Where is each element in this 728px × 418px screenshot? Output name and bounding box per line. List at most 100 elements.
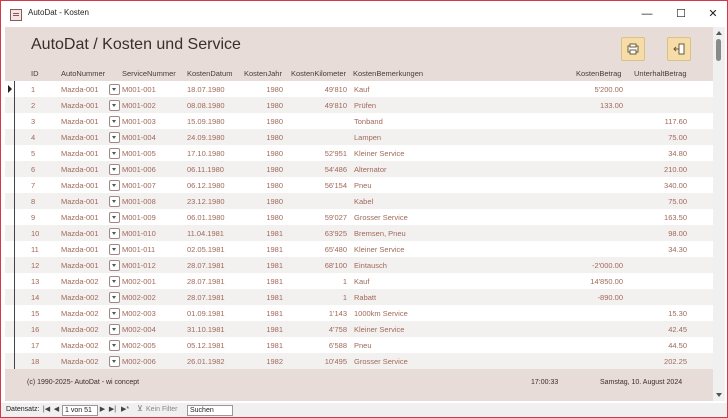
cell-km[interactable]: 54'486 [325, 165, 347, 174]
minimize-button[interactable]: — [634, 4, 660, 24]
cell-datum[interactable]: 28.07.1981 [187, 293, 225, 302]
cell-datum[interactable]: 11.04.1981 [187, 229, 224, 238]
cell-km[interactable]: 1 [343, 293, 347, 302]
cell-service[interactable]: M001-012 [122, 261, 156, 270]
cell-auto[interactable]: Mazda-001 [61, 149, 99, 158]
cell-unterhalt[interactable]: 340.00 [664, 181, 687, 190]
cell-jahr[interactable]: 1980 [266, 149, 283, 158]
cell-auto[interactable]: Mazda-001 [61, 117, 99, 126]
cell-auto[interactable]: Mazda-001 [61, 101, 99, 110]
cell-jahr[interactable]: 1981 [266, 245, 283, 254]
record-selector[interactable] [5, 113, 15, 129]
cell-bem[interactable]: Pneu [354, 341, 372, 350]
cell-auto[interactable]: Mazda-001 [61, 245, 99, 254]
table-row[interactable]: 6 Mazda-001 M001-006 06.11.1980 1980 54'486 Al… [5, 161, 713, 177]
cell-id[interactable]: 18 [31, 357, 39, 366]
cell-bem[interactable]: Kauf [354, 85, 369, 94]
dropdown-arrow-icon[interactable] [109, 324, 120, 335]
cell-datum[interactable]: 05.12.1981 [187, 341, 225, 350]
cell-auto[interactable]: Mazda-001 [61, 213, 99, 222]
cell-datum[interactable]: 28.07.1981 [187, 261, 225, 270]
cell-km[interactable]: 49'810 [325, 85, 347, 94]
cell-km[interactable]: 1 [343, 277, 347, 286]
record-selector[interactable] [5, 225, 15, 241]
cell-datum[interactable]: 28.07.1981 [187, 277, 225, 286]
cell-unterhalt[interactable]: 163.50 [664, 213, 687, 222]
cell-bem[interactable]: Prüfen [354, 101, 376, 110]
cell-bem[interactable]: Kleiner Service [354, 325, 404, 334]
cell-datum[interactable]: 15.09.1980 [187, 117, 225, 126]
cell-service[interactable]: M001-009 [122, 213, 156, 222]
cell-auto[interactable]: Mazda-001 [61, 85, 99, 94]
cell-km[interactable]: 10'495 [325, 357, 347, 366]
table-row[interactable]: 10 Mazda-001 M001-010 11.04.1981 1981 63'925 B… [5, 225, 713, 241]
cell-id[interactable]: 10 [31, 229, 39, 238]
table-row[interactable]: 7 Mazda-001 M001-007 06.12.1980 1980 56'154 Pn… [5, 177, 713, 193]
record-selector[interactable] [5, 321, 15, 337]
cell-id[interactable]: 3 [31, 117, 35, 126]
cell-datum[interactable]: 06.12.1980 [187, 181, 225, 190]
cell-service[interactable]: M002-006 [122, 357, 156, 366]
cell-id[interactable]: 2 [31, 101, 35, 110]
cell-id[interactable]: 16 [31, 325, 39, 334]
cell-service[interactable]: M001-004 [122, 133, 156, 142]
table-row[interactable]: 3 Mazda-001 M001-003 15.09.1980 1980 Tonband 1… [5, 113, 713, 129]
record-selector[interactable] [5, 337, 15, 353]
cell-bem[interactable]: Alternator [354, 165, 387, 174]
dropdown-arrow-icon[interactable] [109, 260, 120, 271]
col-header-kostenjahr[interactable]: KostenJahr [244, 69, 282, 78]
cell-service[interactable]: M001-003 [122, 117, 156, 126]
dropdown-arrow-icon[interactable] [109, 196, 120, 207]
cell-jahr[interactable]: 1981 [266, 229, 283, 238]
table-row[interactable]: 16 Mazda-002 M002-004 31.10.1981 1981 4'758 Kl… [5, 321, 713, 337]
scroll-thumb[interactable] [716, 39, 721, 61]
record-selector[interactable] [5, 161, 15, 177]
record-selector[interactable] [5, 145, 15, 161]
cell-auto[interactable]: Mazda-002 [61, 325, 99, 334]
cell-id[interactable]: 12 [31, 261, 39, 270]
prev-record-button[interactable]: ◀ [52, 405, 61, 415]
cell-km[interactable]: 63'925 [325, 229, 347, 238]
scroll-down-icon[interactable] [716, 393, 722, 397]
col-header-kostendatum[interactable]: KostenDatum [187, 69, 232, 78]
current-record-field[interactable]: 1 von 51 [62, 405, 98, 416]
cell-bem[interactable]: 1000km Service [354, 309, 408, 318]
cell-datum[interactable]: 17.10.1980 [187, 149, 225, 158]
cell-unterhalt[interactable]: 117.60 [665, 117, 687, 126]
dropdown-arrow-icon[interactable] [109, 292, 120, 303]
cell-bem[interactable]: Grosser Service [354, 357, 408, 366]
table-row[interactable]: 15 Mazda-002 M002-003 01.09.1981 1981 1'143 10… [5, 305, 713, 321]
table-row[interactable]: 13 Mazda-002 M002-001 28.07.1981 1981 1 Kauf 14… [5, 273, 713, 289]
cell-jahr[interactable]: 1980 [266, 85, 283, 94]
cell-service[interactable]: M001-002 [122, 101, 156, 110]
cell-auto[interactable]: Mazda-001 [61, 261, 99, 270]
record-selector[interactable] [5, 241, 15, 257]
cell-datum[interactable]: 23.12.1980 [187, 197, 225, 206]
cell-jahr[interactable]: 1980 [266, 181, 283, 190]
filter-status[interactable]: Kein Filter [146, 405, 178, 415]
cell-jahr[interactable]: 1981 [266, 261, 283, 270]
dropdown-arrow-icon[interactable] [109, 212, 120, 223]
cell-id[interactable]: 7 [31, 181, 35, 190]
record-selector[interactable] [5, 257, 15, 273]
cell-bem[interactable]: Kauf [354, 277, 369, 286]
table-row[interactable]: 12 Mazda-001 M001-012 28.07.1981 1981 68'100 E… [5, 257, 713, 273]
cell-datum[interactable]: 26.01.1982 [187, 357, 225, 366]
cell-km[interactable]: 56'154 [325, 181, 347, 190]
cell-auto[interactable]: Mazda-001 [61, 181, 99, 190]
cell-bem[interactable]: Eintausch [354, 261, 387, 270]
cell-id[interactable]: 13 [31, 277, 39, 286]
cell-bem[interactable]: Lampen [354, 133, 381, 142]
table-row[interactable]: 9 Mazda-001 M001-009 06.01.1980 1980 59'027 Gr… [5, 209, 713, 225]
table-row[interactable]: 8 Mazda-001 M001-008 23.12.1980 1980 Kabel 75.… [5, 193, 713, 209]
dropdown-arrow-icon[interactable] [109, 340, 120, 351]
exit-button[interactable] [667, 37, 691, 61]
cell-auto[interactable]: Mazda-002 [61, 277, 99, 286]
col-header-kostenbemerkungen[interactable]: KostenBemerkungen [353, 69, 423, 78]
maximize-button[interactable]: ☐ [668, 4, 694, 24]
cell-id[interactable]: 4 [31, 133, 35, 142]
record-selector[interactable] [5, 353, 15, 369]
cell-bem[interactable]: Kabel [354, 197, 373, 206]
record-selector[interactable] [5, 81, 15, 97]
cell-datum[interactable]: 06.01.1980 [187, 213, 225, 222]
